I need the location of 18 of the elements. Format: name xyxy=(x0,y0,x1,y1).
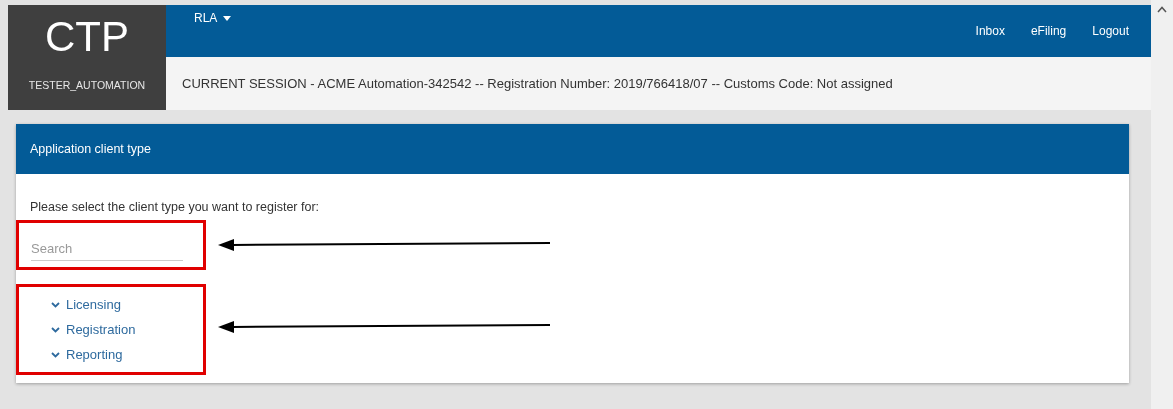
session-info: CURRENT SESSION - ACME Automation-342542 -- Registration Number: 2019/766418/07 -- Customs Code: Not assigned xyxy=(166,57,1151,110)
nav-link[interactable]: eFiling xyxy=(1030,24,1067,38)
menu-dropdown[interactable]: RLA xyxy=(194,11,232,25)
chevron-down-icon xyxy=(51,326,60,333)
logo: CTP xyxy=(45,15,129,59)
chevron-down-icon xyxy=(51,351,60,358)
nav-link[interactable]: Inbox xyxy=(975,24,1005,38)
scroll-up-icon[interactable] xyxy=(1157,6,1167,13)
client-type-link[interactable]: Licensing xyxy=(19,292,203,317)
search-field[interactable]: Search xyxy=(31,237,183,261)
chevron-down-icon xyxy=(51,301,60,308)
card-title: Application client type xyxy=(16,124,1129,174)
prompt-text: Please select the client type you want to register for: xyxy=(30,200,321,214)
caret-icon xyxy=(223,15,232,21)
username: TESTER_AUTOMATION xyxy=(28,79,146,91)
client-type-link[interactable]: Registration xyxy=(19,317,203,342)
client-type-link[interactable]: Reporting xyxy=(19,342,203,367)
nav-link[interactable]: Logout xyxy=(1092,24,1129,38)
